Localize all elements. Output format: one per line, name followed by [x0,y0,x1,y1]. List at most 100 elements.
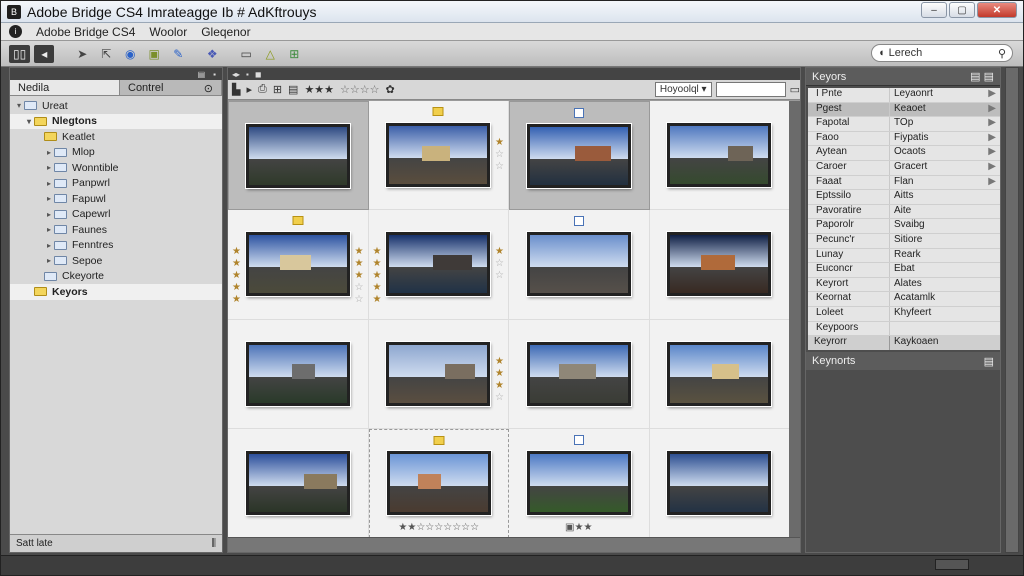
keyword-row[interactable]: Paporolr Svaibg [808,219,1000,234]
disclosure-icon[interactable]: ▾ [14,101,24,110]
disclosure-icon[interactable]: ▸ [44,163,54,172]
star-icon[interactable]: ★ [232,282,241,294]
tree-node[interactable]: ▸ Panpwrl [10,176,222,192]
content-scrollbar[interactable] [789,101,800,538]
rating-stars[interactable]: ★ ★ ★ ☆ ☆ [355,246,364,306]
filter-options-icon[interactable]: ▭ [790,83,800,96]
label-filter-icon[interactable]: ✿ [385,83,394,96]
photo-thumbnail[interactable] [386,232,491,297]
photo-thumbnail[interactable] [245,341,350,406]
star-icon[interactable]: ☆ [495,149,504,161]
star-icon[interactable]: ★ [373,294,382,306]
keyword-row[interactable]: Euconcr Ebat [808,263,1000,278]
tree-node[interactable]: ▸ Capewrl [10,207,222,223]
refine-icon[interactable]: ❖ [202,45,222,63]
star-icon[interactable]: ★ [495,246,504,258]
photo-thumbnail[interactable] [386,123,491,188]
close-button[interactable]: ✕ [977,2,1017,18]
keyword-row[interactable]: Lunay Reark [808,248,1000,264]
expand-icon[interactable]: ▶ [988,117,996,131]
pen-icon[interactable]: ✎ [168,45,188,63]
tab-contrel[interactable]: Contrel ⊙ [120,80,222,95]
photo-thumbnail[interactable] [526,232,631,297]
content-view-icon[interactable]: ▪ [246,70,249,79]
keyword-row[interactable]: Keyrort Alates [808,277,1000,293]
tree-node[interactable]: ▾ Ureat [10,98,222,114]
print-icon[interactable]: ⎙ [258,83,267,96]
rating-stars[interactable]: ▣★★ [565,522,592,533]
thumbnail-cell[interactable] [649,428,790,538]
panel-close-icon[interactable]: ▪ [213,70,216,79]
tab-media[interactable]: Nedila [10,80,120,95]
thumbnail-cell[interactable]: ★ ★ ★ ☆ [368,319,509,429]
rating-stars[interactable]: ★ ★ ★ ★ ★ [232,246,241,306]
disclosure-icon[interactable]: ▾ [24,117,34,126]
keywords-second-menu-icon[interactable]: ▤ [984,355,994,368]
expand-icon[interactable]: ▶ [988,132,996,146]
star-icon[interactable]: ★ [232,246,241,258]
keyword-row[interactable]: Keypoors [808,321,1000,337]
thumbnail-size-slider[interactable] [935,559,969,570]
grid-icon[interactable]: ⊞ [273,83,282,96]
keyword-row[interactable]: I Pnte Leyaonrt ▶ [808,88,1000,103]
star-icon[interactable]: ★ [355,258,364,270]
warning-icon[interactable]: △ [260,45,280,63]
unrated-stars[interactable]: ☆☆☆☆ [340,83,379,96]
photo-thumbnail[interactable] [245,450,350,515]
photo-thumbnail[interactable] [246,123,351,188]
disclosure-icon[interactable]: ▸ [44,148,54,157]
menu-item-1[interactable]: Woolor [149,25,187,39]
rating-stars[interactable]: ★ ☆ ☆ [495,137,504,173]
thumbnail-cell[interactable]: ★★☆☆☆☆☆☆☆ [368,428,509,538]
maximize-button[interactable]: ▢ [949,2,975,18]
thumbnail-cell[interactable] [509,210,650,320]
content-menu-icon[interactable]: ◂▸ [232,70,240,79]
tree-node[interactable]: Keatlet [10,129,222,145]
filter-dropdown[interactable]: Hoyoolql ▾ [654,82,712,97]
tree-node[interactable]: ▸ Sepoe [10,253,222,269]
footer-handle-icon[interactable]: ⫼ [211,538,216,549]
photo-thumbnail[interactable] [667,232,772,297]
photo-thumbnail[interactable] [667,450,772,515]
tree-node[interactable]: ▾ Nlegtons [10,113,222,129]
thumbnail-cell[interactable] [649,210,790,320]
disclosure-icon[interactable]: ▸ [44,210,54,219]
disclosure-icon[interactable]: ▸ [44,194,54,203]
search-icon[interactable]: ⚲ [998,47,1006,60]
pointer-icon[interactable]: ⇱ [96,45,116,63]
keyword-row[interactable]: Pgest Keaoet ▶ [808,102,1000,118]
rating-stars[interactable]: ★ ★ ★ ★ ★ [373,246,382,306]
star-icon[interactable]: ☆ [495,270,504,282]
tree-node[interactable]: Ckeyorte [10,269,222,285]
keyword-row[interactable]: Aytean Ocaots ▶ [808,146,1000,161]
photo-thumbnail[interactable] [667,341,772,406]
thumbnail-cell[interactable] [228,101,369,211]
star-icon[interactable]: ★ [373,282,382,294]
right-scrollbar[interactable] [1005,67,1019,553]
keyword-row[interactable]: Caroer Gracert ▶ [808,160,1000,176]
star-icon[interactable]: ★ [373,270,382,282]
photo-thumbnail[interactable] [527,123,632,188]
thumbnail-cell[interactable]: ★ ★ ★ ★ ★ ★ ☆ ☆ [368,210,509,320]
photo-thumbnail[interactable] [386,451,491,516]
tree-node[interactable]: ▸ Fapuwl [10,191,222,207]
star-icon[interactable]: ★ [232,270,241,282]
keyword-row[interactable]: Fapotal TOp ▶ [808,117,1000,132]
keyword-row[interactable]: Faaat Flan ▶ [808,175,1000,191]
star-icon[interactable]: ★ [232,258,241,270]
thumbnail-cell[interactable]: ★ ☆ ☆ [368,101,509,211]
thumbnail-cell[interactable] [649,319,790,429]
filter-input[interactable] [715,82,786,97]
minimize-button[interactable]: – [921,2,947,18]
keyword-row[interactable]: Eptssilo Aitts [808,190,1000,205]
star-icon[interactable]: ★ [495,356,504,368]
expand-icon[interactable]: ▶ [988,103,996,117]
expand-icon[interactable]: ▶ [988,146,996,160]
sort-icon[interactable]: ▸ [246,83,252,96]
search-field[interactable]: ◖ Lerech ⚲ [871,44,1013,62]
rating-stars[interactable]: ★ ★ ★ ☆ [495,356,504,404]
star-icon[interactable]: ☆ [495,392,504,404]
thumbnail-cell[interactable]: ▣★★ [509,428,650,538]
expand-icon[interactable]: ▶ [988,88,996,102]
thumbnail-cell[interactable] [649,101,790,211]
